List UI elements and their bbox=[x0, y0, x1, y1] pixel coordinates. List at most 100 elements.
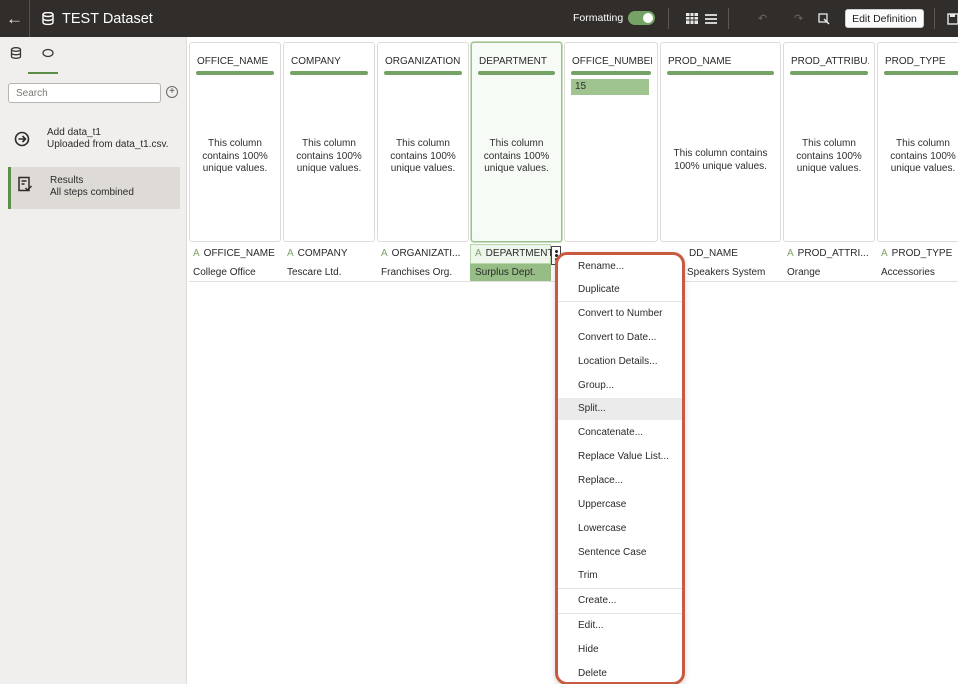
column-header[interactable]: A PROD_TYPE bbox=[881, 248, 952, 262]
column-insight: This column contains 100% unique values. bbox=[483, 138, 550, 174]
table-cell[interactable]: Speakers System bbox=[687, 267, 765, 278]
menu-item-split[interactable]: Split... bbox=[558, 398, 682, 420]
table-cell[interactable]: Franchises Org. bbox=[381, 267, 452, 278]
dataset-icon bbox=[42, 12, 54, 25]
quality-bar bbox=[384, 71, 462, 75]
menu-item-edit[interactable]: Edit... bbox=[558, 615, 682, 637]
preview-icon[interactable] bbox=[815, 10, 832, 27]
menu-item-replace[interactable]: Replace... bbox=[558, 470, 682, 492]
redo-icon[interactable]: ↷ bbox=[790, 10, 807, 27]
column-header[interactable]: A COMPANY bbox=[287, 248, 348, 262]
menu-divider bbox=[558, 613, 682, 614]
column-name: ORGANIZATION bbox=[385, 56, 461, 67]
column-card-office-name[interactable]: OFFICE_NAME This column contains 100% un… bbox=[189, 42, 281, 242]
text-type-icon: A bbox=[287, 248, 294, 259]
list-view-icon[interactable] bbox=[702, 10, 719, 27]
menu-item-convert-to-number[interactable]: Convert to Number bbox=[558, 303, 682, 325]
quality-bar bbox=[884, 71, 958, 75]
menu-item-delete[interactable]: Delete bbox=[558, 663, 682, 684]
save-icon[interactable] bbox=[944, 10, 958, 27]
column-header[interactable]: DD_NAME bbox=[689, 248, 738, 262]
quality-bar bbox=[290, 71, 368, 75]
back-arrow-icon[interactable]: ← bbox=[0, 0, 30, 37]
table-cell[interactable]: Accessories bbox=[881, 267, 935, 278]
results-step-icon bbox=[18, 176, 33, 192]
text-type-icon: A bbox=[381, 248, 388, 259]
column-header[interactable]: A OFFICE_NAME bbox=[193, 248, 275, 262]
step-title: Add data_t1 bbox=[47, 127, 101, 138]
toolbar-divider bbox=[668, 8, 669, 29]
column-card-office-number[interactable]: OFFICE_NUMBER 15 bbox=[564, 42, 658, 242]
dataset-title: TEST Dataset bbox=[62, 10, 153, 27]
step-title: Results bbox=[50, 175, 84, 186]
column-name: PROD_ATTRIBU... bbox=[791, 56, 869, 67]
toolbar-divider bbox=[934, 8, 935, 29]
menu-divider bbox=[558, 301, 682, 302]
undo-icon[interactable]: ↶ bbox=[754, 10, 771, 27]
column-insight: This column contains 100% unique values. bbox=[202, 138, 268, 174]
quality-bar bbox=[667, 71, 774, 75]
top-header: ← TEST Dataset Formatting ↶ ↷ Edit Defin… bbox=[0, 0, 958, 37]
column-card-department[interactable]: DEPARTMENT This column contains 100% uni… bbox=[471, 42, 562, 242]
column-card-company[interactable]: COMPANY This column contains 100% unique… bbox=[283, 42, 375, 242]
text-type-icon: A bbox=[881, 248, 888, 259]
search-input[interactable]: Search bbox=[8, 83, 161, 103]
table-cell[interactable]: Surplus Dept. bbox=[475, 267, 536, 278]
column-insight: This column contains 100% unique values. bbox=[890, 138, 956, 174]
column-card-organization[interactable]: ORGANIZATION This column contains 100% u… bbox=[377, 42, 469, 242]
menu-divider bbox=[558, 588, 682, 589]
column-header[interactable]: A DEPARTMENT bbox=[475, 248, 554, 262]
menu-item-sentence-case[interactable]: Sentence Case bbox=[558, 542, 682, 564]
column-insight: This column contains 100% unique values. bbox=[390, 138, 456, 174]
menu-item-concatenate[interactable]: Concatenate... bbox=[558, 422, 682, 444]
table-cell[interactable]: Orange bbox=[787, 267, 820, 278]
column-insight: This column contains 100% unique values. bbox=[673, 148, 768, 172]
histogram-bar[interactable]: 15 bbox=[571, 79, 649, 95]
grid-view-icon[interactable] bbox=[683, 10, 700, 27]
query-tab-icon[interactable] bbox=[39, 46, 57, 60]
quality-bar bbox=[478, 71, 555, 75]
text-type-icon: A bbox=[787, 248, 794, 259]
quality-bar bbox=[196, 71, 274, 75]
text-type-icon: A bbox=[193, 248, 200, 259]
add-step-icon[interactable]: + bbox=[166, 86, 178, 98]
step-subtitle: Uploaded from data_t1.csv. bbox=[47, 139, 169, 150]
data-tab-icon[interactable] bbox=[7, 46, 25, 60]
menu-item-trim[interactable]: Trim bbox=[558, 565, 682, 587]
menu-item-group[interactable]: Group... bbox=[558, 375, 682, 397]
column-card-prod-name[interactable]: PROD_NAME This column contains 100% uniq… bbox=[660, 42, 781, 242]
step-add-data[interactable]: Add data_t1 Uploaded from data_t1.csv. bbox=[8, 122, 180, 164]
add-data-step-icon bbox=[14, 131, 30, 147]
menu-item-uppercase[interactable]: Uppercase bbox=[558, 494, 682, 516]
menu-item-location-details[interactable]: Location Details... bbox=[558, 351, 682, 373]
active-tab-underline bbox=[28, 72, 58, 74]
menu-item-hide[interactable]: Hide bbox=[558, 639, 682, 661]
left-panel-tabs bbox=[7, 46, 57, 60]
column-name: OFFICE_NUMBER bbox=[572, 56, 652, 67]
column-header[interactable]: A PROD_ATTRI... bbox=[787, 248, 869, 262]
table-cell[interactable]: College Office bbox=[193, 267, 256, 278]
step-subtitle: All steps combined bbox=[50, 187, 134, 198]
column-name: PROD_TYPE bbox=[885, 56, 946, 67]
menu-item-lowercase[interactable]: Lowercase bbox=[558, 518, 682, 540]
left-panel: Search + Add data_t1 Uploaded from data_… bbox=[0, 37, 187, 684]
edit-definition-button[interactable]: Edit Definition bbox=[845, 9, 924, 28]
menu-item-duplicate[interactable]: Duplicate bbox=[558, 279, 682, 301]
toolbar-divider bbox=[728, 8, 729, 29]
step-results[interactable]: Results All steps combined bbox=[8, 167, 180, 209]
quality-bar bbox=[790, 71, 868, 75]
column-name: OFFICE_NAME bbox=[197, 56, 269, 67]
column-insight: This column contains 100% unique values. bbox=[296, 138, 362, 174]
column-card-prod-type[interactable]: PROD_TYPE This column contains 100% uniq… bbox=[877, 42, 958, 242]
column-name: DEPARTMENT bbox=[479, 56, 547, 67]
menu-item-create[interactable]: Create... bbox=[558, 590, 682, 612]
formatting-toggle[interactable] bbox=[628, 11, 655, 25]
column-context-menu: Rename... Duplicate Convert to Number Co… bbox=[555, 252, 685, 684]
table-cell[interactable]: Tescare Ltd. bbox=[287, 267, 341, 278]
menu-item-convert-to-date[interactable]: Convert to Date... bbox=[558, 327, 682, 349]
menu-item-replace-value-list[interactable]: Replace Value List... bbox=[558, 446, 682, 468]
column-card-prod-attribute[interactable]: PROD_ATTRIBU... This column contains 100… bbox=[783, 42, 875, 242]
menu-item-rename[interactable]: Rename... bbox=[558, 256, 682, 278]
column-name: COMPANY bbox=[291, 56, 341, 67]
column-header[interactable]: A ORGANIZATI... bbox=[381, 248, 460, 262]
